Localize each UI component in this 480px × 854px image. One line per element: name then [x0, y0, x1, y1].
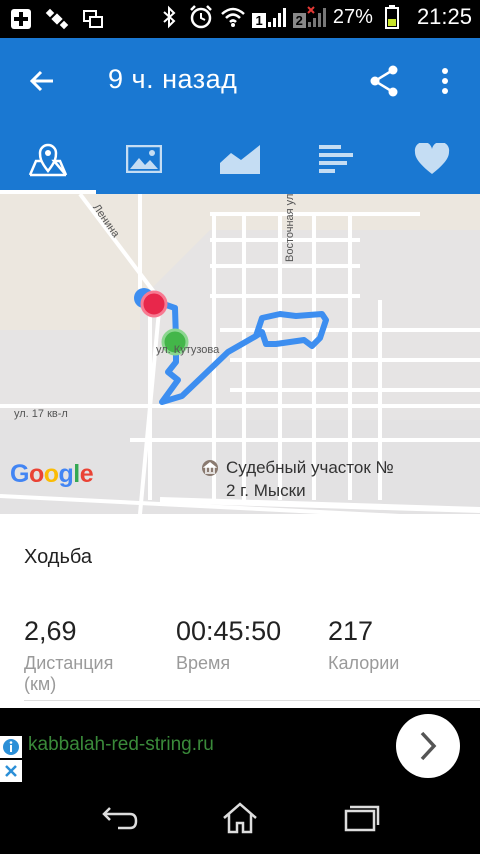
- stat-distance: 2,69 Дистанция: [24, 616, 113, 674]
- activity-type: Ходьба: [24, 546, 93, 568]
- tab-bar: [0, 124, 480, 194]
- end-marker: [140, 290, 168, 318]
- tab-map[interactable]: [0, 124, 96, 194]
- nav-home-button[interactable]: [218, 798, 262, 838]
- satellite-icon: [44, 6, 70, 32]
- status-bar: 1 2 27% 21:25: [0, 0, 480, 38]
- clock: 21:25: [416, 4, 472, 29]
- ad-url[interactable]: kabbalah-red-string.ru: [28, 734, 214, 756]
- system-nav-bar: [0, 782, 480, 854]
- area-chart-icon: [220, 145, 260, 174]
- wifi-icon: [220, 4, 246, 30]
- signal-sim2-icon: 2: [292, 6, 327, 28]
- ad-close-button[interactable]: [0, 760, 22, 782]
- back-button[interactable]: [22, 58, 62, 104]
- recents-icon: [344, 805, 380, 832]
- close-icon: [5, 765, 17, 777]
- map-icon: [28, 143, 68, 177]
- add-notification-icon: [8, 6, 34, 32]
- more-vert-icon: [442, 68, 448, 94]
- tab-health[interactable]: [384, 124, 480, 194]
- bar-list-icon: [319, 145, 353, 173]
- distance-unit: (км): [24, 674, 57, 694]
- page-title: 9 ч. назад: [108, 64, 238, 94]
- tab-stats[interactable]: [288, 124, 384, 194]
- info-icon: [3, 739, 19, 755]
- street-label-kutuzova: ул. Кутузова: [156, 344, 220, 356]
- divider: [24, 700, 480, 701]
- home-icon: [223, 802, 257, 834]
- battery-icon: [379, 4, 405, 30]
- stat-time: 00:45:50 Время: [176, 616, 281, 674]
- stat-label: Дистанция: [24, 653, 114, 673]
- poi-label: Судебный участок № 2 г. Мыски: [226, 458, 394, 500]
- poi-court[interactable]: Судебный участок № 2 г. Мыски: [202, 456, 406, 502]
- bluetooth-icon: [156, 4, 182, 30]
- battery-percent: 27%: [332, 5, 373, 28]
- signal-sim1-icon: 1: [252, 6, 286, 28]
- courthouse-icon: [202, 460, 218, 476]
- activity-summary: Ходьба 2,69 Дистанция 00:45:50 Время 217…: [0, 514, 480, 708]
- stat-value: 217: [328, 616, 374, 646]
- tab-charts[interactable]: [192, 124, 288, 194]
- nav-recents-button[interactable]: [338, 798, 382, 838]
- nav-back-button[interactable]: [98, 798, 142, 838]
- stat-calories: 217 Калории: [328, 616, 399, 674]
- stat-label: Время: [176, 653, 231, 673]
- ad-open-button[interactable]: [396, 714, 460, 778]
- share-button[interactable]: [364, 60, 404, 102]
- app-bar: 9 ч. назад: [0, 38, 480, 124]
- tab-photos[interactable]: [96, 124, 192, 194]
- google-logo: Google: [10, 460, 94, 488]
- ad-info-button[interactable]: [0, 736, 22, 758]
- stat-value: 2,69: [24, 616, 77, 646]
- street-label-vostochnaya: Восточная ул.: [284, 194, 296, 262]
- more-options-button[interactable]: [430, 60, 460, 102]
- back-arrow-icon: [102, 807, 138, 830]
- heart-icon: [414, 143, 450, 174]
- chevron-right-icon: [420, 731, 437, 761]
- street-label-17kv: ул. 17 кв-л: [14, 408, 68, 420]
- screens-icon: [80, 6, 106, 32]
- image-icon: [126, 145, 162, 173]
- ad-banner[interactable]: kabbalah-red-string.ru: [0, 708, 480, 782]
- stat-label: Калории: [328, 653, 400, 673]
- stat-value: 00:45:50: [176, 616, 282, 646]
- share-icon: [370, 65, 398, 97]
- alarm-icon: [188, 4, 214, 30]
- arrow-back-icon: [29, 70, 53, 92]
